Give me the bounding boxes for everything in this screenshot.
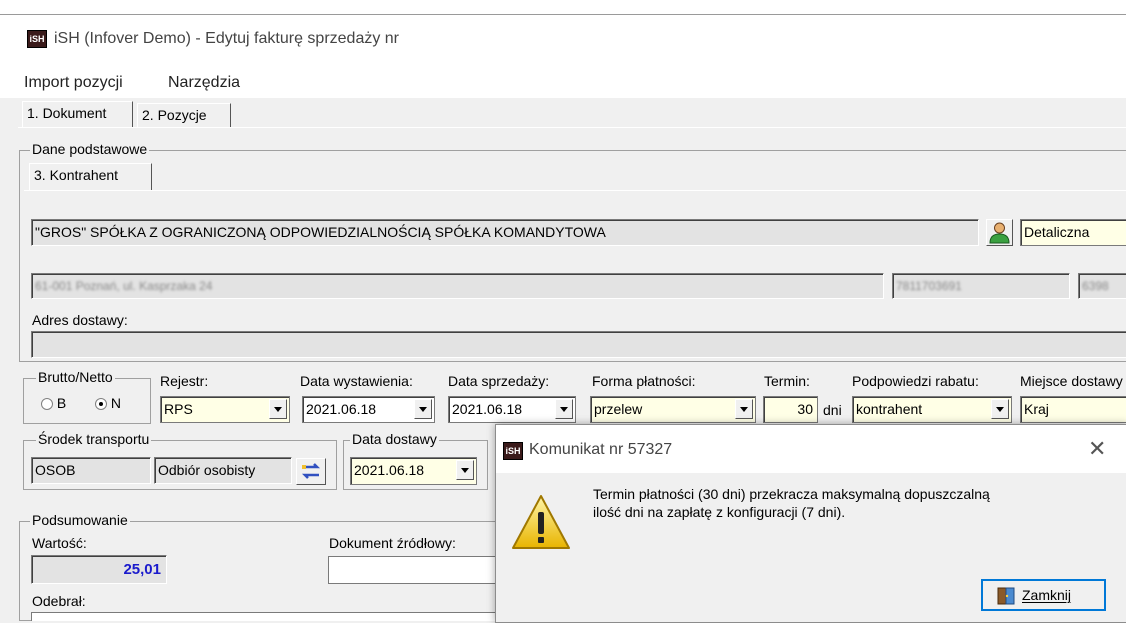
close-icon[interactable]: ✕ xyxy=(1088,436,1106,462)
miejsce-dostawy-label: Miejsce dostawy xyxy=(1020,373,1123,389)
odebral-label: Odebrał: xyxy=(32,593,86,609)
komunikat-dialog: iSH Komunikat nr 57327 ✕ Termin płatnośc… xyxy=(495,424,1126,623)
cennik-field[interactable]: Detaliczna xyxy=(1020,219,1126,246)
dialog-message-line1: Termin płatności (30 dni) przekracza mak… xyxy=(593,486,990,502)
termin-field[interactable]: 30 xyxy=(763,396,818,423)
podpowiedzi-rabatu-value: kontrahent xyxy=(856,401,923,417)
kontrahent-name-field[interactable]: "GROS" SPÓŁKA Z OGRANICZONĄ ODPOWIEDZIAL… xyxy=(31,219,979,246)
regon-value: 6398 xyxy=(1082,279,1109,293)
top-border xyxy=(0,0,1126,15)
transport-code-field[interactable]: OSOB xyxy=(31,457,151,484)
dni-label: dni xyxy=(823,402,842,418)
tab-pozycje[interactable]: 2. Pozycje xyxy=(137,103,231,127)
kontrahent-select-button[interactable] xyxy=(986,219,1013,246)
subtab-divider xyxy=(24,190,1126,191)
wartosc-field: 25,01 xyxy=(31,555,167,584)
radio-b-label: B xyxy=(56,395,67,411)
regon-field[interactable]: 6398 xyxy=(1078,273,1126,299)
warning-icon xyxy=(512,495,570,549)
rejestr-value: RPS xyxy=(164,401,193,417)
data-wystawienia-label: Data wystawienia: xyxy=(300,373,413,389)
chevron-down-icon xyxy=(269,399,287,419)
data-sprzedazy-label: Data sprzedaży: xyxy=(448,373,550,389)
tab-dokument[interactable]: 1. Dokument xyxy=(22,101,133,128)
person-icon xyxy=(989,222,1010,244)
forma-platnosci-select[interactable]: przelew xyxy=(590,396,756,423)
window-title: iSH (Infover Demo) - Edytuj fakturę sprz… xyxy=(54,30,400,47)
data-wystawienia-value: 2021.06.18 xyxy=(306,401,377,417)
zamknij-button[interactable]: Zamknij xyxy=(981,579,1106,611)
data-dostawy-value: 2021.06.18 xyxy=(354,462,425,478)
chevron-down-icon xyxy=(456,460,474,480)
menu-import-pozycji[interactable]: Import pozycji xyxy=(24,74,123,92)
zamknij-label: Zamknij xyxy=(1022,587,1072,603)
chevron-down-icon xyxy=(735,399,753,419)
radio-n[interactable]: N xyxy=(95,395,121,411)
podpowiedzi-rabatu-select[interactable]: kontrahent xyxy=(852,396,1012,423)
tab-kontrahent[interactable]: 3. Kontrahent xyxy=(29,163,152,190)
wartosc-label: Wartość: xyxy=(32,535,87,551)
radio-b[interactable]: B xyxy=(41,395,66,411)
miejsce-dostawy-select[interactable]: Kraj xyxy=(1020,396,1126,423)
data-sprzedazy-value: 2021.06.18 xyxy=(452,401,523,417)
adres-dostawy-field[interactable] xyxy=(31,331,1126,358)
nip-value: 7811703691 xyxy=(896,279,962,293)
chevron-down-icon xyxy=(555,399,573,419)
door-exit-icon xyxy=(997,587,1015,605)
podpowiedzi-rabatu-label: Podpowiedzi rabatu: xyxy=(852,373,979,389)
transfer-icon xyxy=(301,463,321,479)
podsumowanie-label: Podsumowanie xyxy=(30,512,130,528)
transport-select-button[interactable] xyxy=(296,458,326,485)
odebral-field[interactable] xyxy=(31,612,496,621)
dialog-title: Komunikat nr 57327 xyxy=(529,441,673,458)
radio-n-label: N xyxy=(110,395,122,411)
ish-app-icon: iSH xyxy=(27,30,47,48)
menu-narzedzia[interactable]: Narzędzia xyxy=(168,74,240,92)
forma-platnosci-label: Forma płatności: xyxy=(592,373,696,389)
chevron-down-icon xyxy=(991,399,1009,419)
termin-label: Termin: xyxy=(764,373,810,389)
forma-platnosci-value: przelew xyxy=(594,401,643,417)
ish-app-icon: iSH xyxy=(503,442,523,460)
adres-field[interactable]: 61-001 Poznań, ul. Kasprzaka 24 xyxy=(31,273,884,299)
transport-name-field[interactable]: Odbiór osobisty xyxy=(154,457,292,484)
data-dostawy-picker[interactable]: 2021.06.18 xyxy=(350,457,477,485)
nip-field[interactable]: 7811703691 xyxy=(892,273,1070,299)
dane-podstawowe-label: Dane podstawowe xyxy=(30,141,150,157)
brutto-netto-label: Brutto/Netto xyxy=(36,369,115,385)
dialog-message-line2: ilość dni na zapłatę z konfiguracji (7 d… xyxy=(593,504,846,520)
dokument-zrodlowy-field[interactable] xyxy=(328,556,498,584)
rejestr-select[interactable]: RPS xyxy=(160,396,290,423)
data-wystawienia-picker[interactable]: 2021.06.18 xyxy=(302,396,435,423)
rejestr-label: Rejestr: xyxy=(160,373,209,389)
data-dostawy-label: Data dostawy xyxy=(350,431,439,447)
srodek-transportu-label: Środek transportu xyxy=(36,431,152,447)
tab-divider xyxy=(18,127,1126,128)
chevron-down-icon xyxy=(414,399,432,419)
adres-dostawy-label: Adres dostawy: xyxy=(32,312,128,328)
radio-b-circle xyxy=(41,398,53,411)
data-sprzedazy-picker[interactable]: 2021.06.18 xyxy=(448,396,576,423)
radio-n-circle xyxy=(95,398,107,411)
adres-value: 61-001 Poznań, ul. Kasprzaka 24 xyxy=(35,279,213,293)
dokument-zrodlowy-label: Dokument źródłowy: xyxy=(329,535,456,551)
